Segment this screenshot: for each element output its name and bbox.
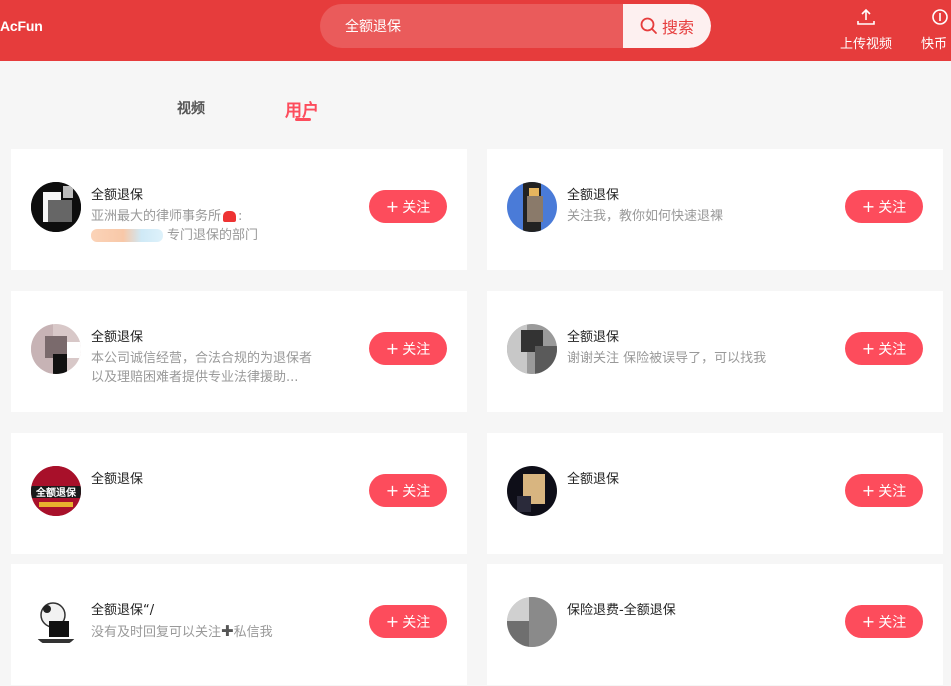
avatar[interactable] xyxy=(507,597,557,647)
follow-button[interactable]: + 关注 xyxy=(369,605,447,638)
desc-line: 专门退保的部门 xyxy=(167,228,259,243)
follow-label: 关注 xyxy=(878,483,907,500)
redacted-contact xyxy=(91,229,163,242)
follow-label: 关注 xyxy=(402,199,431,216)
follow-label: 关注 xyxy=(402,483,431,500)
user-name[interactable]: 全额退保“/ xyxy=(91,599,154,618)
user-name[interactable]: 全额退保 xyxy=(91,326,143,345)
user-name[interactable]: 全额退保 xyxy=(567,184,619,203)
plus-icon: + xyxy=(385,480,400,500)
avatar[interactable] xyxy=(31,597,81,647)
desc-line: 本公司诚信经营，合法合规的为退保者 xyxy=(91,351,313,366)
plus-icon: + xyxy=(861,196,876,216)
user-card[interactable]: 保险退费-全额退保 + 关注 xyxy=(487,564,943,685)
follow-button[interactable]: + 关注 xyxy=(845,474,923,507)
search-input[interactable] xyxy=(320,4,623,48)
upload-video-button[interactable]: 上传视频 xyxy=(836,5,896,55)
phone-icon xyxy=(223,211,237,222)
tab-video[interactable]: 视频 xyxy=(177,98,205,118)
follow-button[interactable]: + 关注 xyxy=(845,605,923,638)
avatar[interactable]: 全额退保 xyxy=(31,466,81,516)
user-card[interactable]: 全额退保 全额退保 + 关注 xyxy=(11,433,467,554)
avatar[interactable] xyxy=(507,182,557,232)
user-card[interactable]: 全额退保 本公司诚信经营，合法合规的为退保者 以及理赔困难者提供专业法律援助..… xyxy=(11,291,467,412)
follow-button[interactable]: + 关注 xyxy=(845,332,923,365)
active-tab-indicator xyxy=(295,118,311,121)
avatar-text: 全额退保 xyxy=(35,486,77,499)
user-description: 本公司诚信经营，合法合规的为退保者 以及理赔困难者提供专业法律援助... xyxy=(91,349,331,387)
user-card[interactable]: 全额退保“/ 没有及时回复可以关注✚私信我 + 关注 xyxy=(11,564,467,685)
follow-label: 关注 xyxy=(878,199,907,216)
user-name[interactable]: 全额退保 xyxy=(567,468,619,487)
user-card[interactable]: 全额退保 关注我，教你如何快速退裸 + 关注 xyxy=(487,149,943,270)
user-card[interactable]: 全额退保 谢谢关注 保险被误导了，可以找我 + 关注 xyxy=(487,291,943,412)
plus-icon: + xyxy=(861,480,876,500)
coin-icon xyxy=(932,9,948,25)
user-card[interactable]: 全额退保 亚洲最大的律师事务所: 专门退保的部门 + 关注 xyxy=(11,149,467,270)
desc-line: 没有及时回复可以关注 xyxy=(91,625,222,640)
coin-label: 快币 xyxy=(921,37,948,52)
avatar[interactable] xyxy=(507,466,557,516)
follow-label: 关注 xyxy=(402,614,431,631)
top-navbar: AcFun 搜索 上传视频 快币 xyxy=(0,0,951,61)
follow-button[interactable]: + 关注 xyxy=(845,190,923,223)
follow-label: 关注 xyxy=(878,614,907,631)
plus-emoji-icon: ✚ xyxy=(221,622,234,640)
avatar[interactable] xyxy=(31,324,81,374)
follow-button[interactable]: + 关注 xyxy=(369,190,447,223)
site-logo[interactable]: AcFun xyxy=(0,18,43,34)
upload-label: 上传视频 xyxy=(839,37,892,52)
plus-icon: + xyxy=(385,611,400,631)
user-name[interactable]: 全额退保 xyxy=(91,468,143,487)
plus-icon: + xyxy=(861,338,876,358)
plus-icon: + xyxy=(861,611,876,631)
follow-button[interactable]: + 关注 xyxy=(369,332,447,365)
user-name[interactable]: 全额退保 xyxy=(91,184,143,203)
desc-suffix: : xyxy=(238,209,243,224)
plus-icon: + xyxy=(385,196,400,216)
avatar[interactable] xyxy=(31,182,81,232)
search-button[interactable]: 搜索 xyxy=(623,4,711,48)
user-card[interactable]: 全额退保 + 关注 xyxy=(487,433,943,554)
search-button-label: 搜索 xyxy=(661,18,694,37)
upload-icon xyxy=(857,8,875,25)
plus-icon: + xyxy=(385,338,400,358)
desc-line: 亚洲最大的律师事务所 xyxy=(91,209,222,224)
desc-line: 关注我，教你如何快速退裸 xyxy=(567,209,724,224)
user-name[interactable]: 全额退保 xyxy=(567,326,619,345)
follow-label: 关注 xyxy=(402,341,431,358)
user-name[interactable]: 保险退费-全额退保 xyxy=(567,599,676,618)
follow-label: 关注 xyxy=(878,341,907,358)
user-description: 谢谢关注 保险被误导了，可以找我 xyxy=(567,349,807,368)
user-description: 亚洲最大的律师事务所: 专门退保的部门 xyxy=(91,207,331,245)
desc-suffix: 私信我 xyxy=(233,625,273,640)
follow-button[interactable]: + 关注 xyxy=(369,474,447,507)
search-icon xyxy=(640,17,657,34)
user-description: 没有及时回复可以关注✚私信我 xyxy=(91,622,331,642)
desc-line: 以及理赔困难者提供专业法律援助... xyxy=(91,370,299,385)
avatar[interactable] xyxy=(507,324,557,374)
user-description: 关注我，教你如何快速退裸 xyxy=(567,207,807,226)
desc-line: 谢谢关注 保险被误导了，可以找我 xyxy=(567,351,767,366)
coin-button[interactable]: 快币 xyxy=(921,5,951,55)
search-box: 搜索 xyxy=(320,4,711,48)
